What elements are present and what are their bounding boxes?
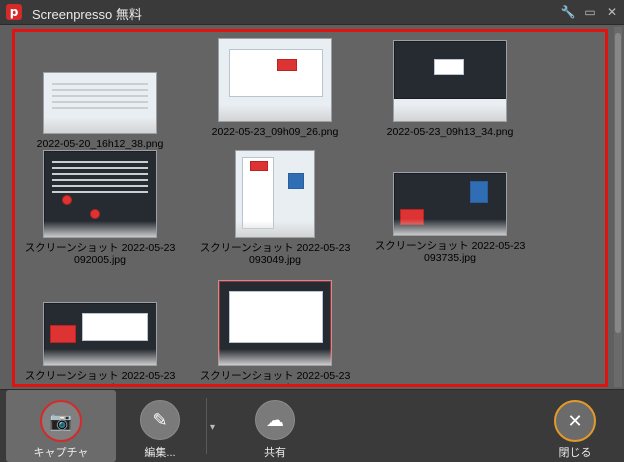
close-label: 閉じる	[558, 447, 592, 459]
thumbnail-border	[219, 281, 331, 365]
thumbnail[interactable]	[218, 280, 332, 366]
bottom-toolbar: 📷 キャプチャ ✎ 編集... ▾ ☁ 共有 ✕ 閉じる	[0, 389, 624, 462]
thumbnail-caption: スクリーンショット 2022-05-23 095840.jpg	[199, 370, 351, 384]
thumbnail-caption: スクリーンショット 2022-05-23 093735.jpg	[374, 240, 526, 264]
cloud-upload-icon: ☁	[255, 400, 295, 440]
title-bar: p Screenpresso 無料 🔧 ▭ ✕	[0, 0, 624, 25]
share-label: 共有	[264, 447, 286, 459]
thumbnail-dialog	[82, 313, 148, 341]
gallery-item[interactable]: 2022-05-20_16h12_38.png	[15, 72, 185, 150]
gallery-item[interactable]: 2022-05-23_09h13_34.png	[365, 40, 535, 138]
minimize-icon[interactable]: ▭	[582, 4, 598, 20]
thumbnail-highlight	[50, 325, 76, 343]
wrench-icon[interactable]: 🔧	[560, 4, 576, 20]
thumbnail-marker	[62, 195, 72, 205]
thumbnail-caption: 2022-05-23_09h13_34.png	[386, 126, 514, 138]
thumbnail-dialog	[434, 59, 464, 75]
close-icon[interactable]: ✕	[604, 4, 620, 20]
gallery-item[interactable]: スクリーンショット 2022-05-23 093049.jpg	[190, 150, 360, 266]
window-title: Screenpresso 無料	[32, 7, 142, 22]
edit-tools-icon: ✎	[140, 400, 180, 440]
thumbnail-marker	[90, 209, 100, 219]
app-logo: p	[6, 4, 22, 20]
thumbnail[interactable]	[43, 150, 157, 238]
gallery-item[interactable]: 2022-05-23_09h09_26.png	[190, 38, 360, 138]
thumbnail-highlight	[250, 161, 268, 171]
thumbnail-icon	[470, 181, 488, 203]
edit-button[interactable]: ✎ 編集...	[105, 390, 215, 462]
edit-dropdown-icon[interactable]: ▾	[210, 422, 215, 433]
gallery-item[interactable]: スクリーンショット 2022-05-23 095840.jpg	[190, 280, 360, 384]
thumbnail-window	[229, 49, 323, 97]
gallery-grid: 2022-05-20_16h12_38.png 2022-05-23_09h09…	[12, 29, 608, 387]
gallery-item[interactable]: スクリーンショット 2022-05-23 093735.jpg	[365, 172, 535, 264]
thumbnail-caption: 2022-05-23_09h09_26.png	[211, 126, 339, 138]
capture-button[interactable]: 📷 キャプチャ	[6, 390, 116, 462]
capture-label: キャプチャ	[33, 447, 89, 459]
thumbnail-highlight	[277, 59, 297, 71]
close-icon: ✕	[554, 400, 596, 442]
thumbnail[interactable]	[218, 38, 332, 122]
scrollbar-thumb[interactable]	[615, 33, 621, 333]
thumbnail-caption: スクリーンショット 2022-05-23 093049.jpg	[199, 242, 351, 266]
gallery-item[interactable]: スクリーンショット 2022-05-23 092050.jpg	[15, 302, 185, 384]
thumbnail[interactable]	[43, 302, 157, 366]
toolbar-divider	[206, 398, 207, 454]
thumbnail-text	[52, 161, 148, 195]
thumbnail[interactable]	[43, 72, 157, 134]
thumbnail[interactable]	[393, 172, 507, 236]
gallery-area: 2022-05-20_16h12_38.png 2022-05-23_09h09…	[0, 25, 624, 389]
close-button[interactable]: ✕ 閉じる	[520, 390, 624, 462]
gallery-item[interactable]: スクリーンショット 2022-05-23 092005.jpg	[15, 150, 185, 266]
thumbnail[interactable]	[235, 150, 315, 238]
thumbnail-icon	[288, 173, 304, 189]
vertical-scrollbar[interactable]	[614, 27, 622, 387]
thumbnail-dark-window	[394, 173, 506, 235]
thumbnail-highlight	[400, 209, 424, 225]
edit-label: 編集...	[144, 447, 176, 459]
camera-icon: 📷	[40, 400, 82, 442]
thumbnail-content	[52, 83, 148, 113]
thumbnail-caption: 2022-05-20_16h12_38.png	[36, 138, 164, 150]
thumbnail[interactable]	[393, 40, 507, 122]
share-button[interactable]: ☁ 共有	[220, 390, 330, 462]
thumbnail-caption: スクリーンショット 2022-05-23 092005.jpg	[24, 242, 176, 266]
thumbnail-caption: スクリーンショット 2022-05-23 092050.jpg	[24, 370, 176, 384]
